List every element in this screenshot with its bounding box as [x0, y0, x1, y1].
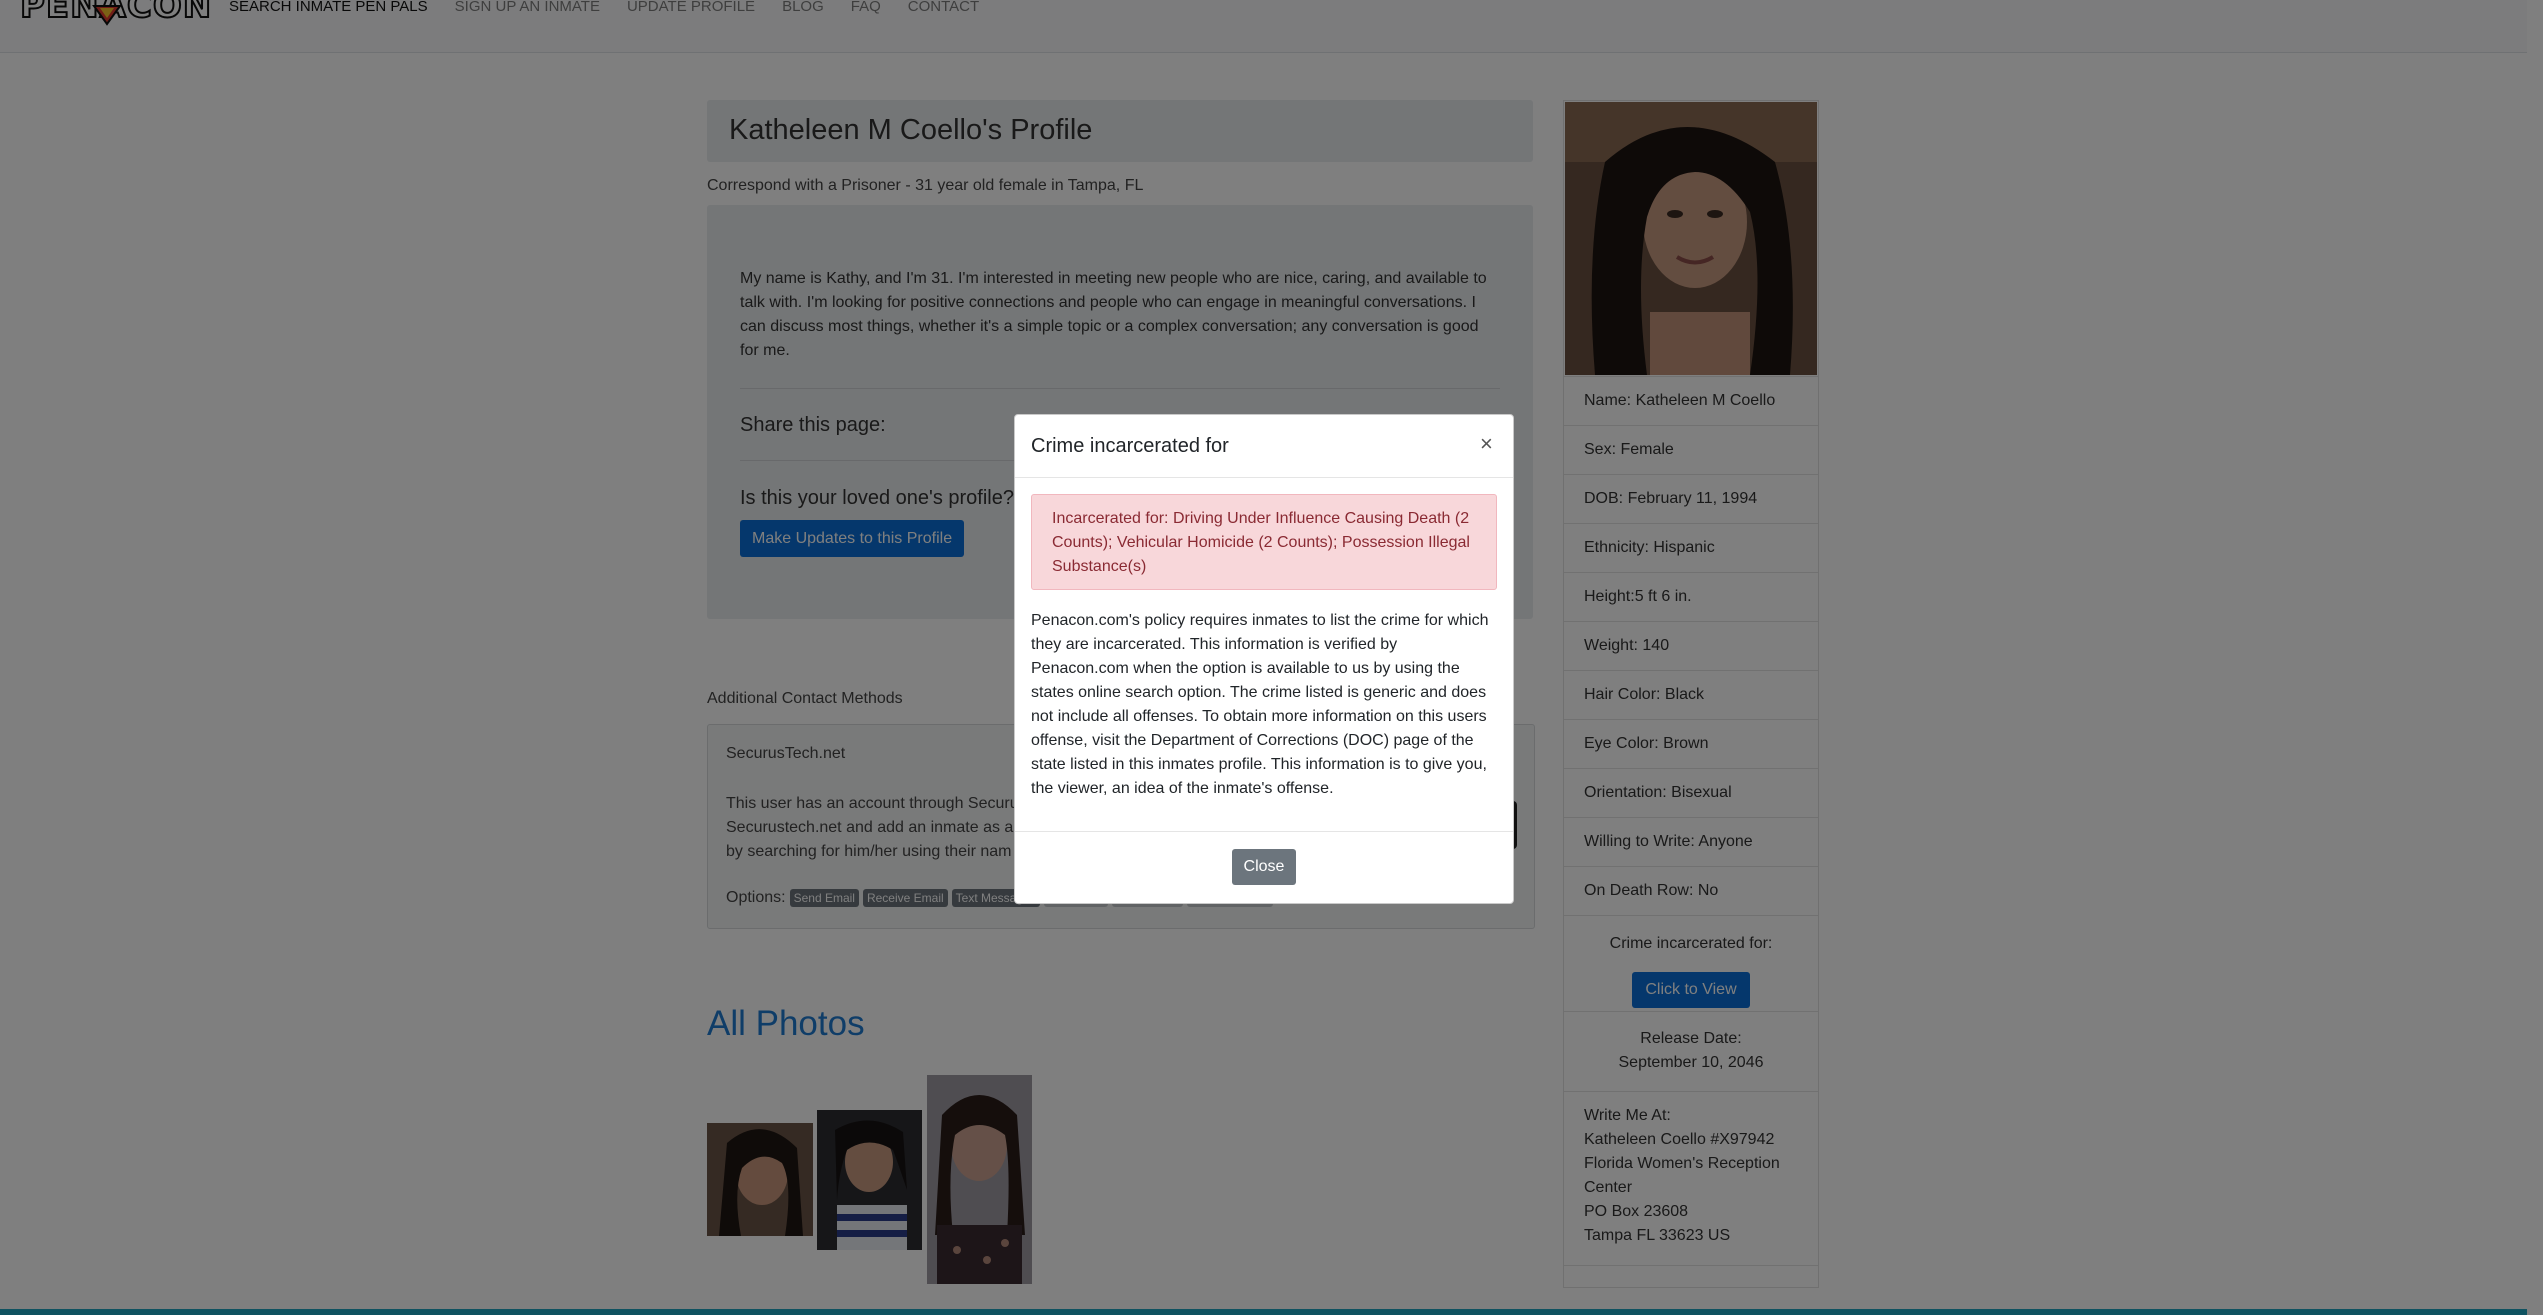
modal-title: Crime incarcerated for	[1031, 435, 1229, 457]
crime-modal: Crime incarcerated for × Incarcerated fo…	[1014, 414, 1514, 904]
crime-alert: Incarcerated for: Driving Under Influenc…	[1031, 494, 1497, 590]
policy-text: Penacon.com's policy requires inmates to…	[1031, 612, 1489, 797]
divider	[1015, 831, 1513, 832]
close-icon[interactable]: ×	[1480, 431, 1493, 457]
footer-strip	[0, 1309, 2527, 1315]
divider	[1015, 477, 1513, 478]
close-button[interactable]: Close	[1232, 849, 1296, 885]
